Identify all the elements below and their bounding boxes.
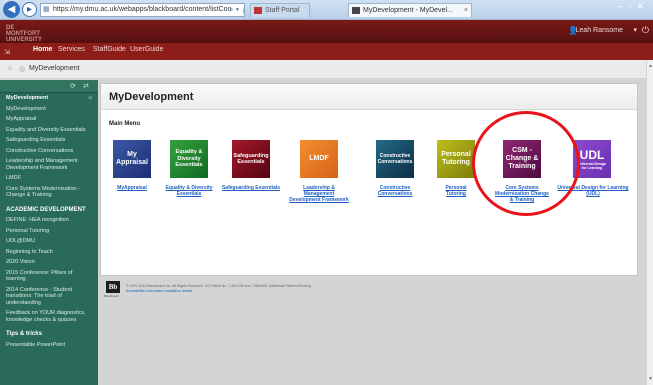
breadcrumb-current: MyDevelopment xyxy=(29,65,80,72)
site-header: DE MONTFORT UNIVERSITY 👤 Leah Ransome ▾ … xyxy=(0,20,653,43)
link-myappraisal[interactable]: MyAppraisal xyxy=(105,185,159,191)
scroll-up-icon[interactable]: ▲ xyxy=(648,63,653,69)
tab-userguide[interactable]: UserGuide xyxy=(130,46,163,53)
browser-toolbar: ◀ ▸ ▦ https://my.dmu.ac.uk/webapps/black… xyxy=(0,0,653,20)
sidebar-item-feedback[interactable]: Feedback on YOUR diagnostics, knowledge … xyxy=(0,308,98,325)
maximize-icon[interactable]: ▫ xyxy=(628,1,636,11)
tile-udl-subtext: Universal Design for Learning xyxy=(577,161,607,170)
sidebar-item-personal-tutoring[interactable]: Personal Tutoring xyxy=(0,226,98,237)
breadcrumb: ⌂ ◎ MyDevelopment xyxy=(0,60,646,79)
sidebar-item-2014-conference[interactable]: 2014 Conference - Student transitions: T… xyxy=(0,285,98,309)
minimize-icon[interactable]: – xyxy=(618,1,628,11)
sidebar-toolbar: ⟳ ⇄ xyxy=(0,80,98,93)
page-icon: ▦ xyxy=(43,6,50,13)
address-url: https://my.dmu.ac.uk/webapps/blackboard/… xyxy=(53,6,232,13)
page-title: MyDevelopment xyxy=(101,84,637,110)
tile-udl-heading: UDL xyxy=(579,147,605,162)
menu-toggle-icon[interactable]: ⇄ xyxy=(83,82,89,90)
home-icon: ⌂ xyxy=(88,95,92,101)
logout-icon[interactable]: ⏻ xyxy=(642,25,649,36)
page-footer: Bb Blackboard © 1997-2014 Blackboard Inc… xyxy=(100,278,638,306)
sidebar-item-constructive-conversations[interactable]: Constructive Conversations xyxy=(0,146,98,157)
sidebar-item-leadership-framework[interactable]: Leadership and Management Development Fr… xyxy=(0,156,98,173)
tile-constructive-image[interactable]: Constructive Conversations xyxy=(376,140,414,178)
favicon-icon xyxy=(254,7,262,14)
content-area: MyDevelopment Main Menu My Appraisal Equ… xyxy=(98,80,646,385)
link-leadership-framework[interactable]: Leadership & Management Development Fram… xyxy=(289,185,349,203)
content-panel: MyDevelopment Main Menu My Appraisal Equ… xyxy=(100,83,638,276)
browser-tab-mydevelopment[interactable]: MyDevelopment - MyDevel... × xyxy=(348,3,472,17)
address-bar[interactable]: ▦ https://my.dmu.ac.uk/webapps/blackboar… xyxy=(40,3,245,17)
sidebar-item-2020-vision[interactable]: 2020 Vision xyxy=(0,257,98,268)
sidebar-heading-academic: ACADEMIC DEVELOPMENT xyxy=(6,206,86,213)
back-button[interactable]: ◀ xyxy=(3,1,20,18)
sidebar-item-beginning-to-teach[interactable]: Beginning to Teach xyxy=(0,247,98,258)
sidebar-item-2015-conference[interactable]: 2015 Conference: Pillars of learning xyxy=(0,268,98,285)
highlight-circle-annotation xyxy=(472,111,580,216)
vertical-scrollbar[interactable]: ▲ ▼ xyxy=(646,60,653,385)
browser-tab-staff-portal[interactable]: Staff Portal xyxy=(250,3,310,17)
tile-safeguarding-image[interactable]: Safeguarding Essentials xyxy=(232,140,270,178)
sidebar-heading-tips: Tips & tricks xyxy=(6,331,42,337)
tile-myappraisal-image[interactable]: My Appraisal xyxy=(113,140,151,178)
footer-links[interactable]: Accessibility information Installation d… xyxy=(126,289,192,293)
copyright-text: © 1997-2014 Blackboard Inc. All Rights R… xyxy=(126,284,312,288)
close-icon[interactable]: ✕ xyxy=(636,1,649,12)
sidebar-item-define[interactable]: DEFINE: HEA recognition xyxy=(0,215,98,226)
sidebar-item-lmdf[interactable]: LMDF xyxy=(0,173,98,184)
forward-button[interactable]: ▸ xyxy=(22,2,37,17)
tab-navigation: ⇲ Home Services StaffGuide UserGuide xyxy=(0,43,653,60)
refresh-icon[interactable]: ⟳ xyxy=(70,82,76,90)
sidebar-item-udl[interactable]: UDL@DMU xyxy=(0,236,98,247)
course-menu-sidebar: ⟳ ⇄ ⌂ MyDevelopment MyDevelopment MyAppra… xyxy=(0,80,98,385)
tile-personal-tutoring-image[interactable]: Personal Tutoring xyxy=(437,140,475,178)
window-controls[interactable]: –▫✕ xyxy=(618,1,649,12)
tab-services[interactable]: Services xyxy=(58,46,85,53)
sidebar-item-myappraisal[interactable]: MyAppraisal xyxy=(0,114,98,125)
scroll-down-icon[interactable]: ▼ xyxy=(648,376,653,382)
sidebar-item-mydevelopment-home[interactable]: ⌂ MyDevelopment xyxy=(0,93,98,104)
sidebar-item-core-systems[interactable]: Core Systems Modernisation - Change & Tr… xyxy=(0,184,98,201)
sidebar-item-equality-diversity[interactable]: Equality and Diversity Essentials xyxy=(0,125,98,136)
main-menu-label: Main Menu xyxy=(109,121,140,127)
breadcrumb-separator-icon: ◎ xyxy=(19,66,26,73)
link-personal-tutoring[interactable]: Personal Tutoring xyxy=(436,185,476,197)
blackboard-logo-caption: Blackboard xyxy=(104,294,120,298)
blackboard-logo[interactable]: Bb xyxy=(106,281,120,293)
tab-label: MyDevelopment - MyDevel... xyxy=(363,7,453,14)
close-tab-icon[interactable]: × xyxy=(464,4,468,17)
tab-home[interactable]: Home xyxy=(33,46,52,53)
sidebar-item-label: MyDevelopment xyxy=(6,95,49,101)
pin-icon[interactable]: ⇲ xyxy=(4,48,10,56)
favicon-icon xyxy=(352,7,360,14)
tile-lmdf-image[interactable]: LMDF xyxy=(300,140,338,178)
link-safeguarding[interactable]: Safeguarding Essentials xyxy=(221,185,281,191)
university-logo[interactable]: DE MONTFORT UNIVERSITY xyxy=(6,25,46,43)
sidebar-item-mydevelopment[interactable]: MyDevelopment xyxy=(0,104,98,115)
user-name[interactable]: Leah Ransome xyxy=(576,27,623,34)
chevron-down-icon[interactable]: ▾ xyxy=(633,26,637,34)
tab-label: Staff Portal xyxy=(265,7,300,14)
link-equality-diversity[interactable]: Equality & Diversity Essentials xyxy=(159,185,219,197)
tab-staffguide[interactable]: StaffGuide xyxy=(93,46,126,53)
link-constructive-conversations[interactable]: Constructive Conversations xyxy=(365,185,425,197)
sidebar-item-presentable-powerpoint[interactable]: Presentable PowerPoint xyxy=(0,340,98,351)
home-icon[interactable]: ⌂ xyxy=(8,65,12,72)
sidebar-item-safeguarding[interactable]: Safeguarding Essentials xyxy=(0,135,98,146)
address-bar-icons[interactable]: ⌕ ▾ 🔒 C ✕ xyxy=(229,4,244,16)
tile-equality-image[interactable]: Equality & Diversity Essentials xyxy=(170,140,208,178)
